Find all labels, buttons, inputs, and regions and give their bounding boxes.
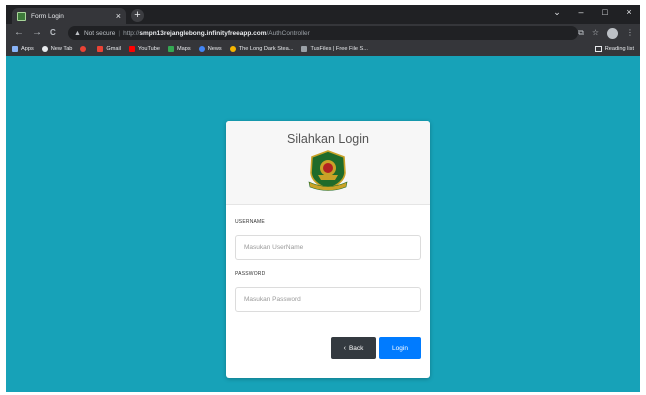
news-icon [198, 46, 205, 52]
login-card-header: Silahkan Login [226, 121, 430, 205]
back-button-label: Back [348, 344, 364, 352]
bookmark-item[interactable]: Maps [168, 46, 191, 52]
tab-strip: Form Login × + ⌄ – □ × [6, 5, 640, 24]
gmail-icon [97, 46, 104, 52]
reading-list-icon [594, 46, 602, 52]
username-label: USERNAME [235, 219, 265, 225]
close-window-button[interactable]: × [624, 7, 634, 18]
school-emblem-logo [308, 150, 348, 191]
login-card: Silahkan Login USERNAME PASSWORD ‹ Back … [226, 121, 430, 378]
bookmark-label: Gmail [106, 46, 122, 52]
warning-icon[interactable]: ▲ [74, 30, 81, 37]
reading-list[interactable]: Reading list [594, 42, 634, 56]
bookmark-item[interactable]: The Long Dark Stea... [229, 46, 294, 52]
menu-kebab-icon[interactable]: ⋮ [626, 26, 634, 40]
minimize-button[interactable]: – [576, 7, 586, 18]
tab-title: Form Login [31, 12, 64, 20]
password-label: PASSWORD [235, 271, 266, 277]
bookmark-icon [80, 46, 87, 52]
install-app-icon[interactable]: ⧉ [578, 26, 584, 40]
profile-avatar[interactable] [607, 27, 618, 39]
tab-search-icon[interactable]: ⌄ [552, 7, 562, 18]
bookmark-item[interactable]: YouTube [129, 46, 160, 52]
tab-close-icon[interactable]: × [116, 11, 121, 21]
bookmark-item[interactable]: News [198, 46, 222, 52]
url-host: smpn13rejanglebong.infinityfreeapp.com [139, 29, 267, 37]
username-input[interactable] [235, 235, 421, 260]
bookmark-item[interactable]: New Tab [41, 46, 73, 52]
password-input[interactable] [235, 287, 421, 312]
apps-grid-icon [12, 46, 18, 52]
url-protocol: http:// [123, 29, 140, 37]
back-button[interactable]: ‹ Back [331, 337, 376, 359]
login-button-label: Login [392, 344, 408, 352]
page-content: Silahkan Login USERNAME PASSWORD ‹ Back … [6, 56, 640, 392]
security-label[interactable]: Not secure [84, 30, 115, 37]
bookmark-star-icon[interactable]: ☆ [592, 26, 599, 40]
reload-icon[interactable]: C [50, 26, 56, 40]
bookmark-item[interactable]: Gmail [97, 46, 121, 52]
bookmarks-bar: Apps New Tab Gmail YouTube Maps News The… [6, 42, 640, 56]
bookmark-label: Maps [177, 46, 191, 52]
youtube-icon [129, 46, 136, 52]
divider: | [118, 29, 121, 37]
maps-icon [168, 46, 175, 52]
steam-icon [229, 46, 236, 52]
bookmark-item[interactable] [80, 46, 89, 52]
address-bar[interactable]: ▲ Not secure | http:// smpn13rejanglebon… [68, 26, 578, 40]
tab-form-login[interactable]: Form Login × [12, 8, 126, 24]
window-controls: ⌄ – □ × [552, 7, 634, 18]
login-title: Silahkan Login [286, 132, 369, 146]
bookmark-label: The Long Dark Stea... [238, 46, 294, 52]
chevron-left-icon: ‹ [343, 344, 346, 352]
bookmark-label: TusFiles | Free File S... [310, 46, 368, 52]
login-button[interactable]: Login [379, 337, 421, 359]
bookmark-label: New Tab [50, 46, 73, 52]
toolbar-actions: ⧉ ☆ ⋮ [578, 26, 634, 40]
new-tab-button[interactable]: + [131, 9, 144, 22]
file-icon [301, 46, 308, 52]
reading-list-label: Reading list [604, 46, 634, 52]
address-toolbar: ← → C ▲ Not secure | http:// smpn13rejan… [6, 24, 640, 42]
bookmark-label: News [207, 46, 222, 52]
new-tab-icon [41, 46, 48, 52]
maximize-button[interactable]: □ [600, 7, 610, 18]
browser-window: Form Login × + ⌄ – □ × ← → C ▲ Not secur… [6, 5, 640, 392]
favicon-icon [17, 11, 26, 21]
bookmark-item[interactable]: TusFiles | Free File S... [301, 46, 368, 52]
back-arrow-icon[interactable]: ← [14, 26, 24, 40]
bookmark-label: YouTube [138, 46, 161, 52]
bookmark-label: Apps [21, 46, 34, 52]
url-path: /AuthController [266, 29, 310, 37]
bookmark-item[interactable]: Apps [12, 46, 34, 52]
forward-arrow-icon[interactable]: → [32, 26, 42, 40]
